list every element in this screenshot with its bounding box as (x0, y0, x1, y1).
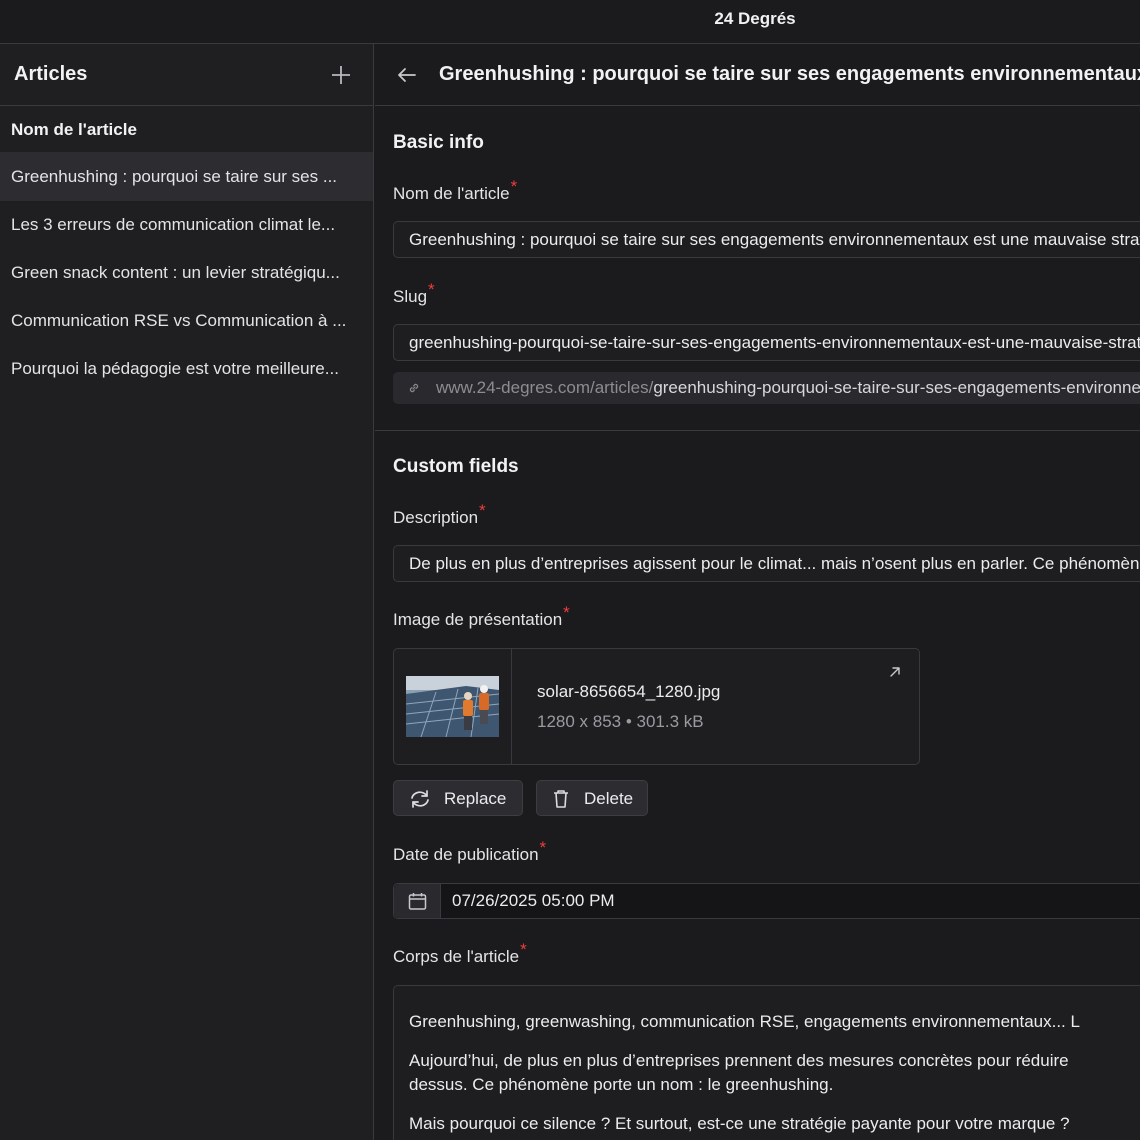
page-title: Greenhushing : pourquoi se taire sur ses… (439, 63, 1140, 85)
list-column-header: Nom de l'article (0, 106, 373, 153)
field-label-image: Image de présentation* (393, 603, 570, 629)
section-title-custom-fields: Custom fields (393, 456, 519, 477)
article-body-editor[interactable]: Greenhushing, greenwashing, communicatio… (393, 985, 1140, 1140)
body-paragraph: Greenhushing, greenwashing, communicatio… (409, 1012, 1080, 1031)
url-preview: www.24-degres.com/articles/greenhushing-… (393, 372, 1140, 404)
plus-icon (332, 66, 350, 84)
sidebar: Articles Nom de l'article Greenhushing :… (0, 44, 374, 1140)
trash-icon (554, 790, 568, 808)
replace-label: Replace (444, 789, 507, 808)
image-file-meta: 1280 x 853 • 301.3 kB (537, 712, 704, 731)
body-paragraph: dessus. Ce phénomène porte un nom : le g… (409, 1075, 834, 1094)
list-item[interactable]: Green snack content : un levier stratégi… (0, 249, 373, 297)
list-item[interactable]: Les 3 erreurs de communication climat le… (0, 201, 373, 249)
url-base: www.24-degres.com/articles/ (436, 378, 654, 397)
delete-label: Delete (584, 789, 634, 808)
article-name-input[interactable]: Greenhushing : pourquoi se taire sur ses… (393, 221, 1140, 258)
calendar-icon (408, 893, 427, 910)
back-button[interactable] (395, 63, 419, 87)
arrow-up-right-icon[interactable] (888, 665, 902, 679)
delete-button[interactable]: Delete (536, 780, 648, 816)
url-slug: greenhushing-pourquoi-se-taire-sur-ses-e… (653, 378, 1140, 397)
publication-date-field[interactable]: 07/26/2025 05:00 PM (393, 883, 1140, 919)
main-header: Greenhushing : pourquoi se taire sur ses… (375, 44, 1140, 106)
thumbnail-frame (394, 649, 512, 764)
slug-input[interactable]: greenhushing-pourquoi-se-taire-sur-ses-e… (393, 324, 1140, 361)
link-icon (409, 383, 419, 393)
replace-button[interactable]: Replace (393, 780, 523, 816)
sidebar-header: Articles (0, 44, 373, 106)
section-title-basic-info: Basic info (393, 132, 484, 153)
section-divider (375, 430, 1140, 431)
image-file-name: solar-8656654_1280.jpg (537, 682, 721, 701)
body-paragraph: Aujourd’hui, de plus en plus d’entrepris… (409, 1051, 1069, 1070)
add-article-button[interactable] (326, 60, 356, 90)
field-label-date: Date de publication* (393, 838, 547, 864)
main-panel: Greenhushing : pourquoi se taire sur ses… (375, 44, 1140, 1140)
sidebar-title: Articles (14, 63, 88, 85)
field-label-body: Corps de l'article* (393, 940, 527, 966)
date-value: 07/26/2025 05:00 PM (452, 891, 615, 910)
list-item[interactable]: Communication RSE vs Communication à ... (0, 297, 373, 345)
body-paragraph: Mais pourquoi ce silence ? Et surtout, e… (409, 1114, 1070, 1133)
image-card: solar-8656654_1280.jpg 1280 x 853 • 301.… (393, 648, 920, 765)
image-thumbnail[interactable] (406, 676, 499, 737)
arrow-left-icon (398, 68, 416, 82)
calendar-button[interactable] (394, 884, 441, 918)
description-input[interactable]: De plus en plus d’entreprises agissent p… (393, 545, 1140, 582)
field-label-slug: Slug* (393, 280, 435, 306)
field-label-description: Description* (393, 501, 486, 527)
refresh-icon (411, 790, 429, 808)
app-title: 24 Degrés (714, 9, 796, 28)
list-item[interactable]: Greenhushing : pourquoi se taire sur ses… (0, 153, 373, 201)
list-item[interactable]: Pourquoi la pédagogie est votre meilleur… (0, 345, 373, 393)
field-label-name: Nom de l'article* (393, 177, 518, 203)
top-bar: 24 Degrés (0, 0, 1140, 44)
